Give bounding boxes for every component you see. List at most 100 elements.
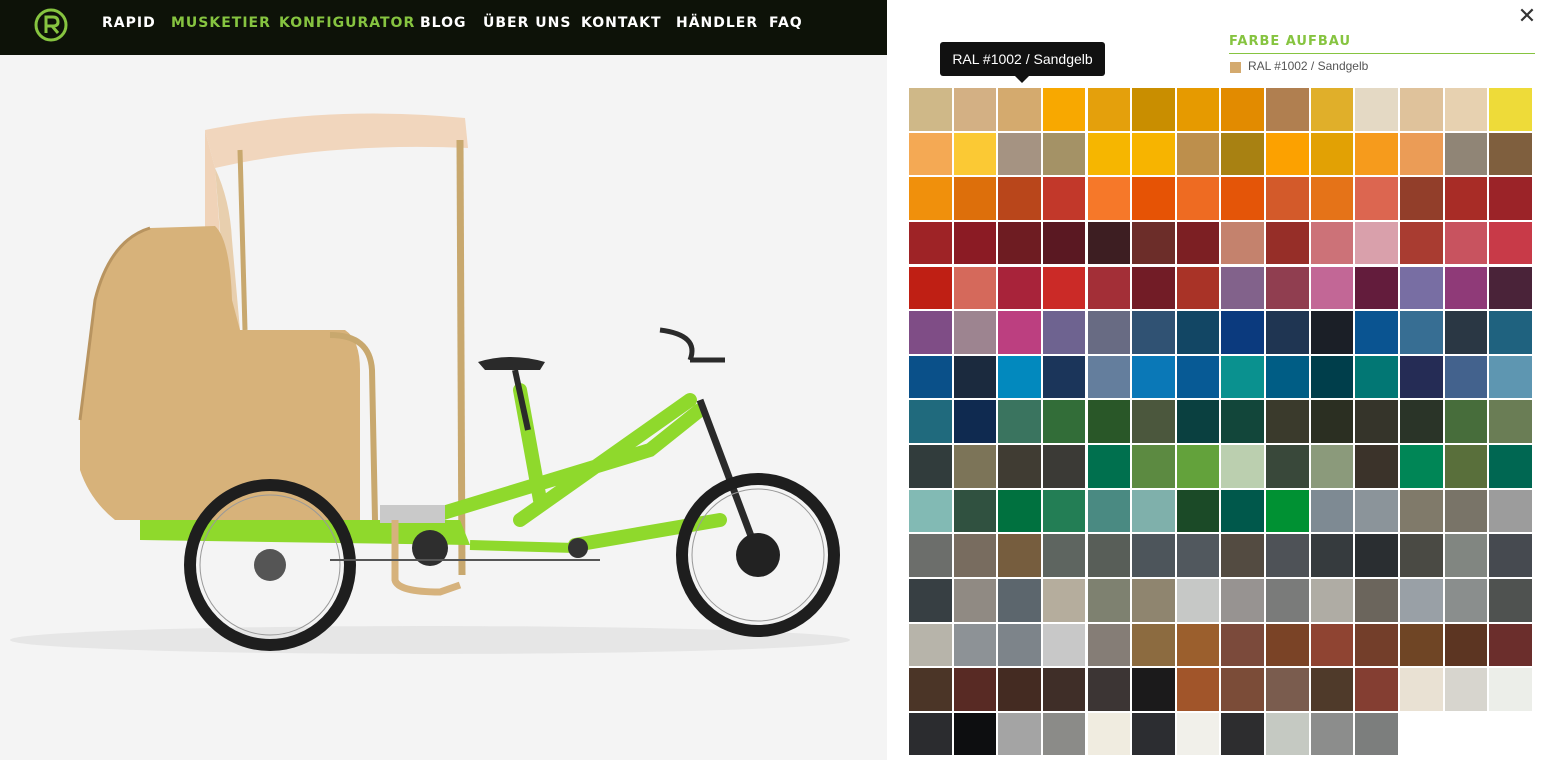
color-swatch[interactable] [998,445,1041,488]
color-swatch[interactable] [1444,311,1488,354]
color-swatch[interactable] [998,579,1041,622]
color-swatch[interactable] [909,177,952,220]
color-swatch[interactable] [1400,355,1443,399]
color-swatch[interactable] [1042,221,1086,265]
color-swatch[interactable] [1042,177,1086,220]
color-swatch[interactable] [1310,623,1354,667]
color-swatch[interactable] [1087,623,1131,667]
color-swatch[interactable] [1489,489,1532,533]
color-swatch[interactable] [1132,579,1175,622]
color-swatch[interactable] [1489,132,1532,176]
color-swatch[interactable] [1132,132,1175,176]
color-swatch[interactable] [953,579,997,622]
color-swatch[interactable] [998,489,1041,533]
color-swatch[interactable] [1489,266,1532,310]
color-swatch[interactable] [998,534,1041,577]
color-swatch[interactable] [1400,221,1443,265]
color-swatch[interactable] [953,177,997,220]
color-swatch[interactable] [1176,712,1220,756]
close-icon[interactable]: ✕ [1516,6,1538,28]
color-swatch[interactable] [998,668,1041,711]
color-swatch[interactable] [953,311,997,354]
color-swatch[interactable] [953,489,997,533]
color-swatch[interactable] [1176,489,1220,533]
color-swatch[interactable] [1132,400,1175,443]
color-swatch[interactable] [1266,311,1309,354]
color-swatch[interactable] [1266,177,1309,220]
color-swatch[interactable] [1355,177,1398,220]
color-swatch[interactable] [909,445,952,488]
color-swatch[interactable] [1400,88,1443,131]
color-swatch[interactable] [1444,88,1488,131]
color-swatch[interactable] [1087,177,1131,220]
color-swatch[interactable] [1444,132,1488,176]
color-swatch[interactable] [1042,579,1086,622]
color-swatch[interactable] [1042,132,1086,176]
color-swatch[interactable] [1087,311,1131,354]
color-swatch[interactable] [1266,266,1309,310]
color-swatch[interactable] [1266,668,1309,711]
color-swatch[interactable] [1489,623,1532,667]
color-swatch[interactable] [1087,489,1131,533]
color-swatch[interactable] [953,132,997,176]
color-swatch[interactable] [1042,712,1086,756]
color-swatch[interactable] [1400,400,1443,443]
color-swatch[interactable] [1266,489,1309,533]
nav-item-konfigurator[interactable]: KONFIGURATOR [279,15,415,31]
color-swatch[interactable] [909,355,952,399]
color-swatch[interactable] [1444,445,1488,488]
color-swatch[interactable] [909,579,952,622]
color-swatch[interactable] [1176,266,1220,310]
color-swatch[interactable] [1355,400,1398,443]
color-swatch[interactable] [1489,400,1532,443]
color-swatch[interactable] [1132,489,1175,533]
color-swatch[interactable] [1087,221,1131,265]
color-swatch[interactable] [1221,712,1264,756]
color-swatch[interactable] [1489,355,1532,399]
color-swatch[interactable] [953,88,997,131]
color-swatch[interactable] [1310,400,1354,443]
color-swatch[interactable] [1087,668,1131,711]
color-swatch[interactable] [1266,221,1309,265]
color-swatch[interactable] [1221,668,1264,711]
color-swatch[interactable] [1489,579,1532,622]
color-swatch[interactable] [909,534,952,577]
color-swatch[interactable] [1042,311,1086,354]
color-swatch[interactable] [1132,668,1175,711]
color-swatch[interactable] [1221,445,1264,488]
color-swatch[interactable] [998,355,1041,399]
color-swatch[interactable] [1444,668,1488,711]
color-swatch[interactable] [1444,579,1488,622]
color-swatch[interactable] [953,400,997,443]
color-swatch[interactable] [1221,355,1264,399]
color-swatch[interactable] [1400,266,1443,310]
color-swatch[interactable] [1176,579,1220,622]
color-swatch[interactable] [1444,534,1488,577]
nav-item-faq[interactable]: FAQ [769,15,803,31]
color-swatch[interactable] [953,445,997,488]
color-swatch[interactable] [1087,712,1131,756]
color-swatch[interactable] [1132,623,1175,667]
color-swatch[interactable] [1489,668,1532,711]
color-swatch[interactable] [909,712,952,756]
color-swatch[interactable] [1042,489,1086,533]
logo-icon[interactable] [34,8,68,42]
color-swatch[interactable] [1355,266,1398,310]
color-swatch[interactable] [1221,400,1264,443]
color-swatch[interactable] [1087,88,1131,131]
color-swatch[interactable] [1176,668,1220,711]
color-swatch[interactable] [1176,623,1220,667]
nav-item-rapid[interactable]: RAPID [102,15,156,31]
color-swatch[interactable] [1400,177,1443,220]
color-swatch[interactable] [1266,132,1309,176]
color-swatch[interactable] [909,623,952,667]
color-swatch[interactable] [1132,311,1175,354]
color-swatch[interactable] [1132,88,1175,131]
color-swatch[interactable] [1042,623,1086,667]
color-swatch[interactable] [1489,221,1532,265]
color-swatch[interactable] [1355,712,1398,756]
color-swatch[interactable] [1221,132,1264,176]
color-swatch[interactable] [1355,623,1398,667]
color-swatch[interactable] [953,221,997,265]
color-swatch[interactable] [1132,177,1175,220]
